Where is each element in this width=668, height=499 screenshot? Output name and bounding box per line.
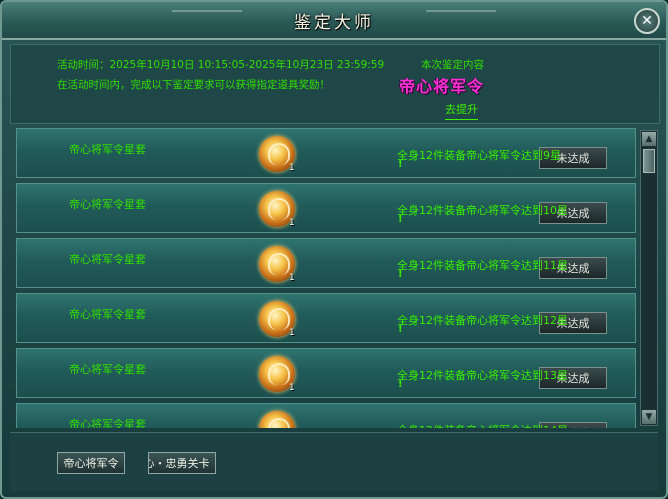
item-quantity: 1: [289, 163, 295, 173]
go-upgrade-link[interactable]: 去提升: [445, 101, 478, 120]
achievement-row: 帝心将军令星套 1 未达成 全身12件装备帝心将军令达到13星!: [16, 348, 636, 398]
row-set-name: 帝心将军令星套: [69, 253, 146, 266]
phoenix-wing-icon: [268, 143, 290, 165]
activity-info-panel: 活动时间：2025年10月10日 10:15:05-2025年10月23日 23…: [10, 44, 660, 124]
exclamation-icon: !: [398, 159, 403, 170]
item-quantity: 1: [289, 383, 295, 393]
row-requirement: 全身12件装备帝心将军令达到9星: [397, 149, 561, 162]
exclamation-icon: !: [398, 379, 403, 390]
achievement-list: 帝心将军令星套 1 未达成 全身12件装备帝心将军令达到9星! 帝心将军令星套 1 未达成全…: [16, 128, 638, 428]
row-set-name: 帝心将军令星套: [69, 308, 146, 321]
row-requirement: 全身12件装备帝心将军令达到13星: [397, 369, 568, 382]
row-set-name: 帝心将军令星套: [69, 143, 146, 156]
exclamation-icon: !: [398, 324, 403, 335]
phoenix-token-icon[interactable]: [259, 411, 295, 428]
row-requirement: 全身12件装备帝心将军令达到11星: [397, 259, 568, 272]
phoenix-wing-icon: [268, 418, 290, 428]
phoenix-wing-icon: [268, 253, 290, 275]
row-requirement: 全身12件装备帝心将军令达到14星: [397, 422, 568, 428]
close-button[interactable]: ✕: [634, 8, 660, 34]
reward-item-name: 帝心将军令: [399, 77, 485, 96]
row-requirement: 全身12件装备帝心将军令达到10星: [397, 204, 568, 217]
exclamation-icon: !: [398, 214, 403, 225]
achievement-row: 帝心将军令星套 1 未达成 全身12件装备帝心将军令达到11星!: [16, 238, 636, 288]
scroll-up-arrow-icon[interactable]: ▲: [642, 132, 656, 146]
activity-time-text: 活动时间：2025年10月10日 10:15:05-2025年10月23日 23…: [57, 59, 385, 71]
item-quantity: 1: [289, 328, 295, 338]
phoenix-wing-icon: [268, 198, 290, 220]
row-set-name: 帝心将军令星套: [69, 418, 146, 428]
row-set-name: 帝心将军令星套: [69, 363, 146, 376]
achievement-row: 帝心将军令星套 1 未达成 全身12件装备帝心将军令达到9星!: [16, 128, 636, 178]
scroll-thumb[interactable]: [643, 149, 655, 173]
phoenix-wing-icon: [268, 308, 290, 330]
tab-loyal-stage[interactable]: 帝心・忠勇关卡: [148, 452, 216, 474]
window-title: 鉴定大师: [294, 13, 374, 33]
achievement-row: 帝心将军令星套 1 未达成 全身12件装备帝心将军令达到12星!: [16, 293, 636, 343]
item-quantity: 1: [289, 273, 295, 283]
activity-description: 在活动时间内，完成以下鉴定要求可以获得指定道具奖励！: [57, 79, 330, 91]
row-requirement: 全身12件装备帝心将军令达到12星: [397, 314, 568, 327]
achievement-row: 帝心将军令星套 1 未达成 全身12件装备帝心将军令达到10星!: [16, 183, 636, 233]
item-quantity: 1: [289, 218, 295, 228]
achievement-row: 帝心将军令星套1未达成全身12件装备帝心将军令达到14星!: [16, 403, 636, 428]
tab-general-token[interactable]: 帝心将军令: [57, 452, 125, 474]
phoenix-wing-icon: [268, 363, 290, 385]
list-scrollbar[interactable]: ▲ ▼: [640, 130, 658, 426]
title-bar[interactable]: 鉴定大师 ✕: [2, 2, 666, 40]
scroll-down-arrow-icon[interactable]: ▼: [642, 410, 656, 424]
identify-master-window: 鉴定大师 ✕ 活动时间：2025年10月10日 10:15:05-2025年10…: [0, 0, 668, 499]
this-content-label: 本次鉴定内容: [421, 59, 484, 71]
row-set-name: 帝心将军令星套: [69, 198, 146, 211]
exclamation-icon: !: [398, 269, 403, 280]
